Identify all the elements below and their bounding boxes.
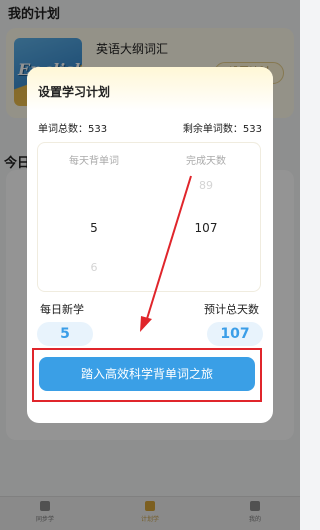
remaining-words: 剩余单词数：533 (182, 124, 262, 135)
picker-selected-words[interactable]: 5 (38, 221, 150, 235)
total-days-value: 107 (207, 322, 263, 346)
total-words: 单词总数：533 (38, 124, 108, 135)
words-per-day-header: 每天背单词 (69, 156, 119, 167)
days-header: 完成天数 (186, 156, 226, 167)
total-days-label: 预计总天数 (204, 303, 259, 316)
dialog-title: 设置学习计划 (38, 85, 111, 99)
highlight-box (32, 348, 262, 402)
daily-new-value: 5 (37, 322, 93, 346)
daily-new-label: 每日新学 (40, 303, 84, 316)
picker-option[interactable]: 89 (150, 179, 262, 192)
picker-option[interactable]: 6 (38, 261, 150, 274)
picker-selected-days[interactable]: 107 (150, 221, 262, 235)
plan-picker[interactable]: 每天背单词 5 6 完成天数 89 107 (37, 142, 261, 292)
